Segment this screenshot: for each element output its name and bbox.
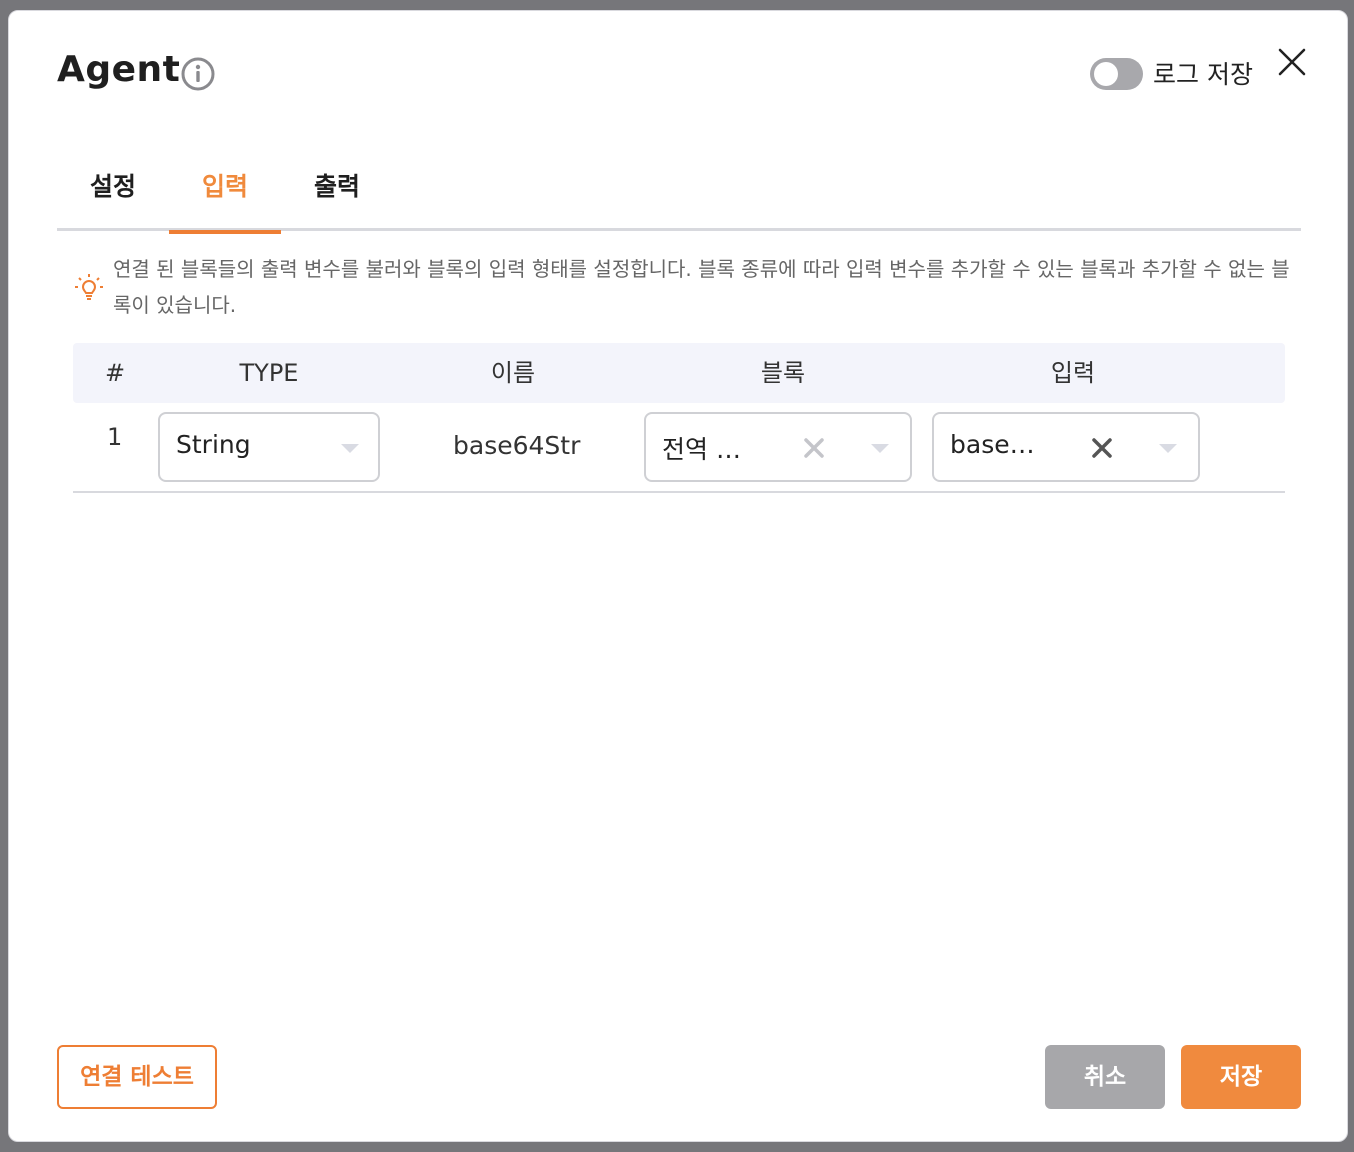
- save-button[interactable]: 저장: [1181, 1045, 1301, 1109]
- tab-bar: 설정 입력 출력: [57, 167, 1301, 234]
- log-save-toggle[interactable]: [1090, 58, 1143, 90]
- info-icon[interactable]: [181, 57, 215, 91]
- clear-icon[interactable]: [1090, 436, 1114, 460]
- type-select-value: String: [176, 430, 251, 459]
- tab-output[interactable]: 출력: [281, 167, 393, 231]
- connection-test-button[interactable]: 연결 테스트: [57, 1045, 217, 1109]
- input-select-value: base…: [950, 430, 1035, 459]
- tab-settings[interactable]: 설정: [57, 167, 169, 231]
- row-number: 1: [107, 423, 123, 451]
- input-select[interactable]: base…: [932, 412, 1200, 482]
- table-header: # TYPE 이름 블록 입력: [73, 343, 1285, 403]
- lightbulb-icon: [75, 274, 103, 300]
- col-num: #: [104, 359, 126, 387]
- block-select[interactable]: 전역 …: [644, 412, 912, 482]
- notice-text: 연결 된 블록들의 출력 변수를 불러와 블록의 입력 형태를 설정합니다. 블…: [113, 257, 1290, 317]
- toggle-knob: [1094, 62, 1118, 86]
- chevron-down-icon: [1159, 444, 1177, 453]
- col-name: 이름: [490, 359, 536, 387]
- modal-title: Agent: [57, 49, 181, 90]
- type-select[interactable]: String: [158, 412, 380, 482]
- block-select-value: 전역 …: [662, 435, 741, 464]
- clear-icon[interactable]: [802, 436, 826, 460]
- tab-input[interactable]: 입력: [169, 167, 281, 234]
- chevron-down-icon: [871, 444, 889, 453]
- agent-modal: Agent 로그 저장 설정 입력 출력 연결 된 블록들의 출력 변수를 불러…: [8, 10, 1348, 1142]
- table-row: 1 String base64Str 전역 … base…: [73, 403, 1285, 493]
- chevron-down-icon: [341, 444, 359, 453]
- col-block: 블록: [760, 359, 806, 387]
- variable-name: base64Str: [453, 431, 581, 460]
- log-save-label: 로그 저장: [1153, 60, 1253, 89]
- close-icon[interactable]: [1277, 47, 1307, 77]
- col-type: TYPE: [239, 359, 299, 387]
- cancel-button[interactable]: 취소: [1045, 1045, 1165, 1109]
- col-input: 입력: [1050, 359, 1096, 387]
